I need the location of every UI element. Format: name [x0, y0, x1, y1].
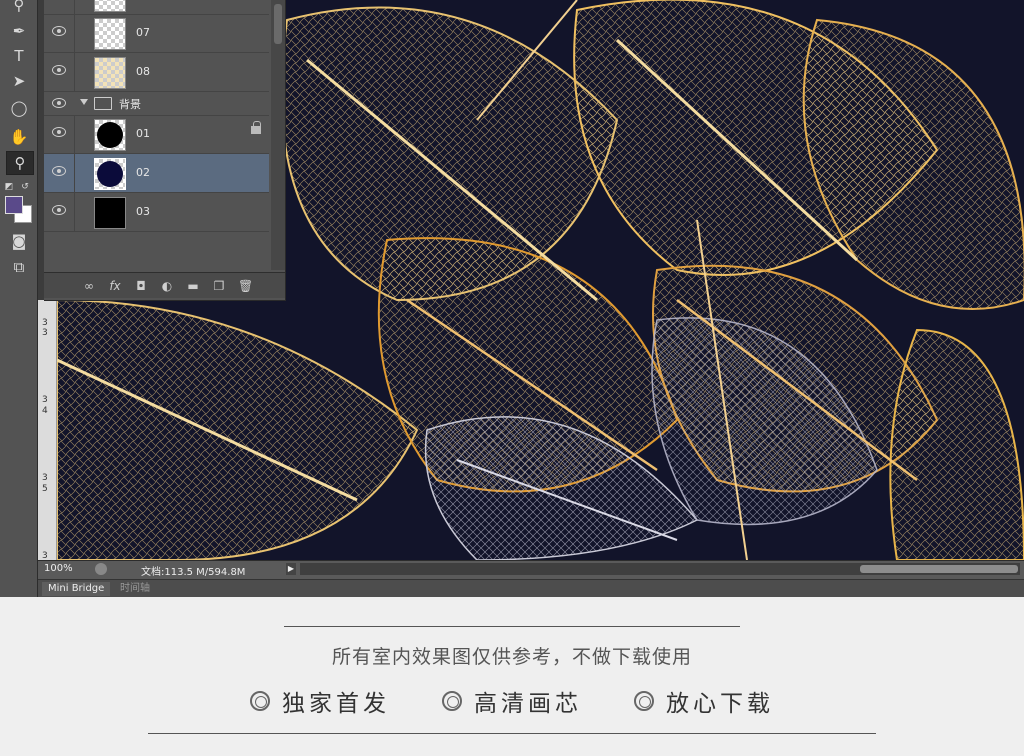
layer-row[interactable]: 03: [44, 193, 269, 232]
type-icon[interactable]: T: [6, 45, 32, 67]
bottom-panel-tabs: Mini Bridge 时间轴: [38, 579, 1024, 598]
status-menu-icon[interactable]: [95, 563, 107, 575]
feature-item: 高清画芯: [442, 686, 582, 717]
photoshop-workspace: ⚲ ✒ T ➤ ◯ ✋ ⚲ ◩ ↺ ◙ ⧉ 3 3 3 4 3 5 3 07 0…: [0, 0, 1024, 598]
feature-label: 放心下载: [666, 691, 774, 717]
layer-thumbnail: [94, 119, 126, 151]
foreground-color-swatch[interactable]: [5, 196, 23, 214]
folder-icon: [94, 97, 112, 110]
tools-panel: ⚲ ✒ T ➤ ◯ ✋ ⚲ ◩ ↺ ◙ ⧉: [0, 0, 38, 597]
visibility-eye-icon[interactable]: [52, 127, 66, 137]
vertical-ruler: 3 3 3 4 3 5 3: [38, 300, 57, 562]
ruler-label: 5: [42, 484, 48, 494]
swap-colors-icon[interactable]: ↺: [18, 176, 32, 198]
layer-row[interactable]: 01: [44, 115, 269, 154]
pen-icon[interactable]: ✒: [6, 20, 32, 42]
layer-thumbnail: [94, 18, 126, 50]
divider: [284, 626, 740, 627]
visibility-eye-icon[interactable]: [52, 166, 66, 176]
quick-mask-icon[interactable]: ◙: [6, 230, 32, 252]
group-name: 背景: [119, 98, 141, 111]
layer-thumbnail: [94, 158, 126, 190]
fx-icon[interactable]: fx: [108, 279, 122, 293]
divider: [148, 733, 876, 734]
mask-icon[interactable]: ◘: [134, 279, 148, 293]
layer-name: 02: [136, 166, 150, 179]
adjustment-icon[interactable]: ◐: [160, 279, 174, 293]
circle-bullet-icon: [250, 691, 270, 711]
ruler-label: 3: [42, 318, 48, 328]
tab-timeline[interactable]: 时间轴: [114, 582, 156, 596]
promo-footer: 所有室内效果图仅供参考，不做下载使用 独家首发 高清画芯 放心下载: [0, 597, 1024, 756]
layers-panel: 07 08 背景 01 02 03 ∞ fx ◘ ◐ ▬ ❐ 🗑: [44, 0, 286, 301]
default-colors-icon[interactable]: ◩: [2, 176, 16, 198]
layer-row[interactable]: [44, 0, 269, 15]
layer-thumbnail: [94, 57, 126, 89]
ruler-label: 3: [42, 395, 48, 405]
feature-label: 独家首发: [282, 691, 390, 717]
status-arrow-icon[interactable]: ▶: [286, 563, 296, 575]
lock-icon: [251, 121, 261, 135]
layer-name: 07: [136, 26, 150, 39]
layer-name: 08: [136, 65, 150, 78]
ellipse-icon[interactable]: ◯: [6, 97, 32, 119]
visibility-eye-icon[interactable]: [52, 98, 66, 108]
status-bar: 100% 文档:113.5 M/594.8M ▶: [38, 560, 1024, 579]
visibility-eye-icon[interactable]: [52, 205, 66, 215]
expand-arrow-icon[interactable]: [80, 99, 88, 105]
usage-notice: 所有室内效果图仅供参考，不做下载使用: [331, 646, 692, 668]
ruler-label: 4: [42, 406, 48, 416]
layer-name: 01: [136, 127, 150, 140]
screen-mode-icon[interactable]: ⧉: [6, 256, 32, 278]
trash-icon[interactable]: 🗑: [238, 279, 253, 293]
link-icon[interactable]: ∞: [82, 279, 96, 293]
ruler-label: 3: [42, 473, 48, 483]
layers-scrollbar[interactable]: [271, 0, 285, 270]
horizontal-scrollbar[interactable]: [300, 563, 1020, 575]
feature-label: 高清画芯: [474, 691, 582, 717]
new-layer-icon[interactable]: ❐: [212, 279, 226, 293]
zoom-level[interactable]: 100%: [44, 563, 73, 574]
circle-bullet-icon: [634, 691, 654, 711]
tab-mini-bridge[interactable]: Mini Bridge: [42, 582, 111, 596]
layer-row[interactable]: 08: [44, 53, 269, 92]
layer-row-selected[interactable]: 02: [44, 154, 269, 193]
zoom-icon[interactable]: ⚲: [6, 0, 32, 16]
ruler-label: 3: [42, 328, 48, 338]
visibility-eye-icon[interactable]: [52, 65, 66, 75]
layer-group-row[interactable]: 背景: [44, 91, 269, 116]
zoom-icon[interactable]: ⚲: [6, 151, 34, 175]
folder-icon[interactable]: ▬: [186, 279, 200, 293]
visibility-eye-icon[interactable]: [52, 26, 66, 36]
hand-icon[interactable]: ✋: [6, 126, 32, 148]
layers-panel-footer: ∞ fx ◘ ◐ ▬ ❐ 🗑: [44, 272, 285, 298]
layer-thumbnail: [94, 0, 126, 12]
feature-item: 放心下载: [634, 686, 774, 717]
layer-row[interactable]: 07: [44, 14, 269, 53]
document-info: 文档:113.5 M/594.8M: [141, 567, 246, 578]
feature-item: 独家首发: [250, 686, 390, 717]
path-select-icon[interactable]: ➤: [6, 70, 32, 92]
layer-thumbnail: [94, 197, 126, 229]
layer-name: 03: [136, 205, 150, 218]
circle-bullet-icon: [442, 691, 462, 711]
